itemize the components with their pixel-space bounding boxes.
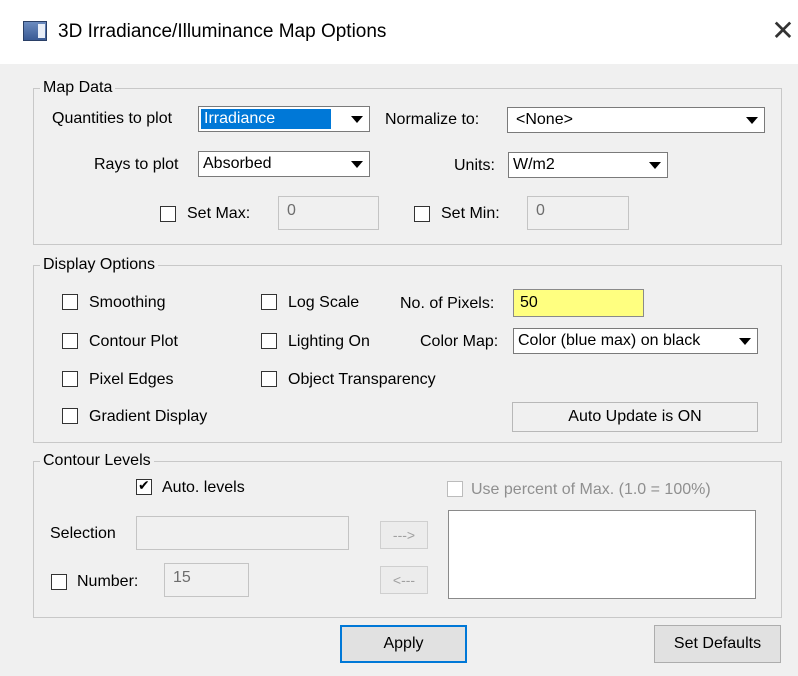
set-min-field[interactable]: 0 xyxy=(527,196,629,230)
units-value: W/m2 xyxy=(513,156,555,173)
units-select[interactable]: W/m2 xyxy=(508,152,668,178)
rays-select[interactable]: Absorbed xyxy=(198,151,370,177)
set-max-field[interactable]: 0 xyxy=(278,196,379,230)
use-percent-label: Use percent of Max. (1.0 = 100%) xyxy=(471,481,711,498)
quantities-value: Irradiance xyxy=(201,109,331,129)
normalize-value: <None> xyxy=(516,111,573,128)
close-icon[interactable]: ✕ xyxy=(768,14,798,48)
set-defaults-button[interactable]: Set Defaults xyxy=(654,625,781,663)
object-transparency-label: Object Transparency xyxy=(288,371,436,388)
window-title: 3D Irradiance/Illuminance Map Options xyxy=(58,21,387,42)
set-max-checkbox[interactable] xyxy=(160,206,176,222)
chevron-down-icon[interactable] xyxy=(733,331,755,351)
rays-label: Rays to plot xyxy=(94,156,179,173)
set-min-value: 0 xyxy=(536,202,545,219)
lighting-on-label: Lighting On xyxy=(288,333,370,350)
log-scale-label: Log Scale xyxy=(288,294,360,311)
apply-button[interactable]: Apply xyxy=(340,625,467,663)
log-scale-checkbox[interactable] xyxy=(261,294,277,310)
number-label: Number: xyxy=(77,573,139,590)
chevron-down-icon[interactable] xyxy=(345,109,367,129)
pixel-edges-label: Pixel Edges xyxy=(89,371,174,388)
remove-level-button[interactable]: <--- xyxy=(380,566,428,594)
set-min-checkbox[interactable] xyxy=(414,206,430,222)
pixels-value: 50 xyxy=(520,294,538,311)
auto-levels-checkbox[interactable] xyxy=(136,477,152,495)
auto-update-status: Auto Update is ON xyxy=(512,402,758,432)
chevron-down-icon[interactable] xyxy=(345,154,367,174)
number-checkbox[interactable] xyxy=(51,574,67,590)
selection-field[interactable] xyxy=(136,516,349,550)
color-map-value: Color (blue max) on black xyxy=(518,332,701,349)
number-value: 15 xyxy=(173,569,191,586)
units-label: Units: xyxy=(454,157,495,174)
chevron-down-icon[interactable] xyxy=(740,110,762,130)
pixels-label: No. of Pixels: xyxy=(400,295,495,312)
quantities-select[interactable]: Irradiance xyxy=(198,106,370,132)
color-map-select[interactable]: Color (blue max) on black xyxy=(513,328,758,354)
pixels-input[interactable]: 50 xyxy=(513,289,644,317)
contour-levels-group-title: Contour Levels xyxy=(40,451,154,471)
color-map-label: Color Map: xyxy=(420,333,499,350)
normalize-select[interactable]: <None> xyxy=(507,107,765,133)
title-bar: 3D Irradiance/Illuminance Map Options ✕ xyxy=(0,0,798,64)
selection-label: Selection xyxy=(50,525,116,542)
auto-levels-label: Auto. levels xyxy=(162,479,245,496)
gradient-display-checkbox[interactable] xyxy=(62,408,78,424)
set-min-label: Set Min: xyxy=(441,205,500,222)
quantities-label: Quantities to plot xyxy=(52,110,173,127)
contour-plot-checkbox[interactable] xyxy=(62,333,78,349)
contour-plot-label: Contour Plot xyxy=(89,333,178,350)
contour-levels-list[interactable] xyxy=(448,510,756,599)
object-transparency-checkbox[interactable] xyxy=(261,371,277,387)
use-percent-checkbox[interactable] xyxy=(447,481,463,497)
chevron-down-icon[interactable] xyxy=(643,155,665,175)
set-max-value: 0 xyxy=(287,202,296,219)
rays-value: Absorbed xyxy=(203,155,272,172)
gradient-display-label: Gradient Display xyxy=(89,408,208,425)
pixel-edges-checkbox[interactable] xyxy=(62,371,78,387)
map-data-group-title: Map Data xyxy=(40,78,116,98)
smoothing-checkbox[interactable] xyxy=(62,294,78,310)
number-field[interactable]: 15 xyxy=(164,563,249,597)
display-options-group-title: Display Options xyxy=(40,255,159,275)
lighting-on-checkbox[interactable] xyxy=(261,333,277,349)
set-max-label: Set Max: xyxy=(187,205,251,222)
normalize-label: Normalize to: xyxy=(385,111,480,128)
smoothing-label: Smoothing xyxy=(89,294,166,311)
app-icon xyxy=(23,21,47,41)
add-level-button[interactable]: ---> xyxy=(380,521,428,549)
